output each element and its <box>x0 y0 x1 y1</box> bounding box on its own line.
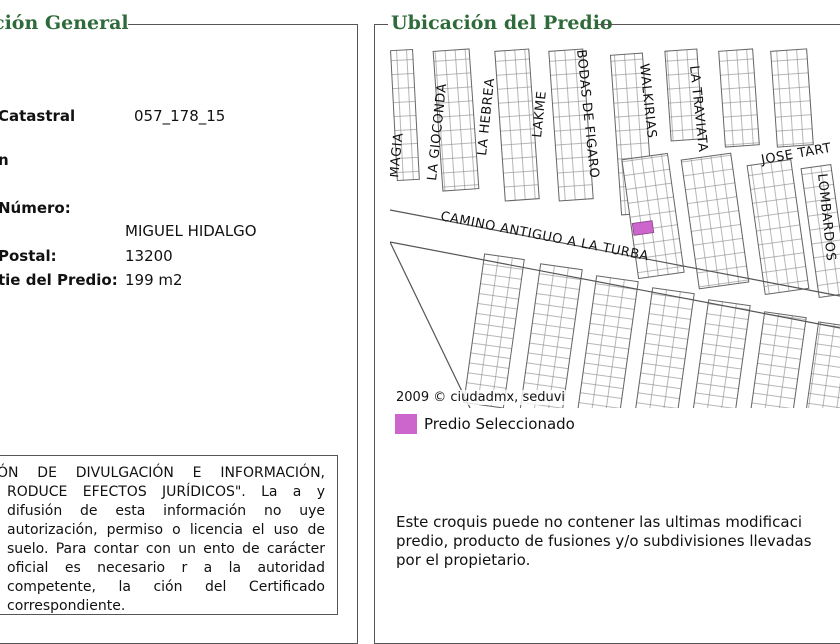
map-canvas: MAGIA LA GIOCONDA LA HEBREA LAKME BODAS … <box>390 48 840 408</box>
map-disclaimer: Este croquis puede no contener las ultim… <box>396 513 812 569</box>
panel-border <box>598 24 840 25</box>
street-label: LA HEBREA <box>475 77 498 156</box>
legal-notice-box: ÓN DE DIVULGACIÓN E INFORMACIÓN, RODUCE … <box>0 455 338 615</box>
field-value-postal: 13200 <box>125 247 173 265</box>
location-map[interactable]: MAGIA LA GIOCONDA LA HEBREA LAKME BODAS … <box>390 46 840 408</box>
legal-notice-text: ÓN DE DIVULGACIÓN E INFORMACIÓN, RODUCE … <box>0 465 325 614</box>
location-legend: Ubicación del Predio <box>389 11 615 35</box>
field-label: Postal: <box>0 247 57 265</box>
field-label: n <box>0 151 9 169</box>
field-label: tie del Predio: <box>0 271 118 289</box>
street-label: CAMINO ANTIGUO A LA TURBA <box>439 209 650 264</box>
selected-parcel-swatch <box>395 414 417 434</box>
field-row-numero: Número: <box>0 199 71 217</box>
field-row-postal: Postal: <box>0 247 57 265</box>
general-info-legend: ción General <box>0 11 131 35</box>
field-row-catastral: Catastral <box>0 107 75 125</box>
field-row-superficie: tie del Predio: <box>0 271 118 289</box>
field-label: Catastral <box>0 107 76 125</box>
panel-border <box>128 24 358 25</box>
field-value-delegacion: MIGUEL HIDALGO <box>125 222 257 240</box>
field-row-n: n <box>0 151 9 169</box>
street-label: LAKME <box>530 90 550 138</box>
field-value-catastral: 057_178_15 <box>134 107 226 125</box>
map-attribution: 2009 © ciudadmx, seduvi <box>394 390 568 405</box>
selected-parcel[interactable] <box>631 220 655 236</box>
field-label: Número: <box>0 199 71 217</box>
field-value-superficie: 199 m2 <box>125 271 183 289</box>
panel-border <box>374 24 388 25</box>
map-legend-label: Predio Seleccionado <box>424 415 575 433</box>
upper-blocks <box>390 48 840 299</box>
